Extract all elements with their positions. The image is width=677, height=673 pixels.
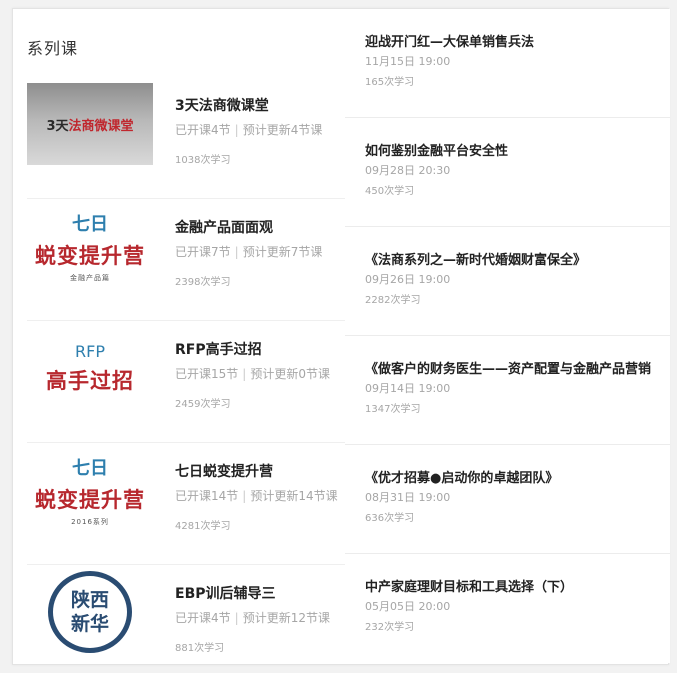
course-meta: 已开课7节 | 预计更新7节课	[175, 245, 323, 259]
study-count: 1038次学习	[175, 155, 231, 166]
live-title[interactable]: 《法商系列之—新时代婚姻财富保全》	[365, 249, 665, 268]
study-count: 2459次学习	[175, 399, 231, 410]
study-count: 636次学习	[365, 513, 415, 524]
thumbnail-line2: 高手过招	[46, 368, 134, 393]
course-thumbnail[interactable]: 七日 蜕变提升营 金融产品篇	[27, 205, 153, 287]
study-count: 881次学习	[175, 643, 225, 654]
course-title[interactable]: 3天法商微课堂	[175, 95, 269, 115]
live-title[interactable]: 迎战开门红—大保单销售兵法	[365, 31, 665, 50]
thumbnail-line3: 金融产品篇	[70, 273, 110, 282]
live-time: 09月26日 19:00	[365, 273, 451, 286]
live-item[interactable]: 迎战开门红—大保单销售兵法 11月15日 19:00 165次学习	[345, 9, 670, 118]
course-meta: 已开课14节 | 预计更新14节课	[175, 489, 338, 503]
live-item[interactable]: 如何鉴别金融平台安全性 09月28日 20:30 450次学习	[345, 118, 670, 227]
course-thumbnail[interactable]: 陕西 新华	[27, 571, 153, 653]
live-title[interactable]: 《做客户的财务医生——资产配置与金融产品营销	[365, 358, 665, 377]
live-time: 11月15日 19:00	[365, 55, 451, 68]
course-item[interactable]: 3天法商微课堂 3天法商微课堂 已开课4节 | 预计更新4节课 1038次学习	[27, 77, 349, 199]
study-count: 2398次学习	[175, 277, 231, 288]
course-title[interactable]: EBP训后辅导三	[175, 583, 276, 603]
live-time: 08月31日 19:00	[365, 491, 451, 504]
course-meta: 已开课4节 | 预计更新12节课	[175, 611, 330, 625]
course-panel: 系列课 3天法商微课堂 3天法商微课堂 已开课4节 | 预计更新4节课 1038次学…	[12, 8, 670, 665]
thumbnail-line2: 蜕变提升营	[35, 243, 145, 268]
study-count: 232次学习	[365, 622, 415, 633]
live-lesson-list: 迎战开门红—大保单销售兵法 11月15日 19:00 165次学习 如何鉴别金融…	[345, 9, 670, 663]
course-title[interactable]: 七日蜕变提升营	[175, 461, 273, 481]
course-thumbnail[interactable]: 3天法商微课堂	[27, 83, 153, 165]
course-item[interactable]: 七日 蜕变提升营 2016系列 七日蜕变提升营 已开课14节 | 预计更新14节课 …	[27, 443, 349, 565]
live-title[interactable]: 《优才招募●启动你的卓越团队》	[365, 467, 665, 486]
section-title: 系列课	[27, 39, 79, 58]
logo-circle: 陕西 新华	[48, 571, 132, 653]
live-title[interactable]: 中产家庭理财目标和工具选择（下）	[365, 576, 665, 595]
live-item[interactable]: 《优才招募●启动你的卓越团队》 08月31日 19:00 636次学习	[345, 445, 670, 554]
thumbnail-line1: 七日	[72, 457, 108, 479]
course-item[interactable]: 陕西 新华 EBP训后辅导三 已开课4节 | 预计更新12节课 881次学习	[27, 565, 349, 673]
study-count: 450次学习	[365, 186, 415, 197]
course-thumbnail[interactable]: 七日 蜕变提升营 2016系列	[27, 449, 153, 531]
course-item[interactable]: 七日 蜕变提升营 金融产品篇 金融产品面面观 已开课7节 | 预计更新7节课 239…	[27, 199, 349, 321]
thumbnail-line1: RFP	[75, 341, 105, 361]
live-time: 05月05日 20:00	[365, 600, 451, 613]
thumbnail-text: 3天法商微课堂	[46, 118, 134, 134]
study-count: 4281次学习	[175, 521, 231, 532]
course-meta: 已开课4节 | 预计更新4节课	[175, 123, 323, 137]
study-count: 2282次学习	[365, 295, 421, 306]
live-time: 09月28日 20:30	[365, 164, 451, 177]
course-title[interactable]: 金融产品面面观	[175, 217, 273, 237]
live-time: 09月14日 19:00	[365, 382, 451, 395]
thumbnail-line1: 七日	[72, 213, 108, 235]
live-title[interactable]: 如何鉴别金融平台安全性	[365, 140, 665, 159]
course-title[interactable]: RFP高手过招	[175, 339, 262, 359]
live-item[interactable]: 《法商系列之—新时代婚姻财富保全》 09月26日 19:00 2282次学习	[345, 227, 670, 336]
thumbnail-line2: 蜕变提升营	[35, 487, 145, 512]
live-item[interactable]: 《做客户的财务医生——资产配置与金融产品营销 09月14日 19:00 1347…	[345, 336, 670, 445]
course-thumbnail[interactable]: RFP 高手过招	[27, 327, 153, 409]
course-meta: 已开课15节 | 预计更新0节课	[175, 367, 330, 381]
thumbnail-line3: 2016系列	[71, 517, 109, 526]
series-course-list: 3天法商微课堂 3天法商微课堂 已开课4节 | 预计更新4节课 1038次学习 七日…	[27, 77, 349, 673]
live-item[interactable]: 中产家庭理财目标和工具选择（下） 05月05日 20:00 232次学习	[345, 554, 670, 663]
course-item[interactable]: RFP 高手过招 RFP高手过招 已开课15节 | 预计更新0节课 2459次学习	[27, 321, 349, 443]
study-count: 165次学习	[365, 77, 415, 88]
study-count: 1347次学习	[365, 404, 421, 415]
